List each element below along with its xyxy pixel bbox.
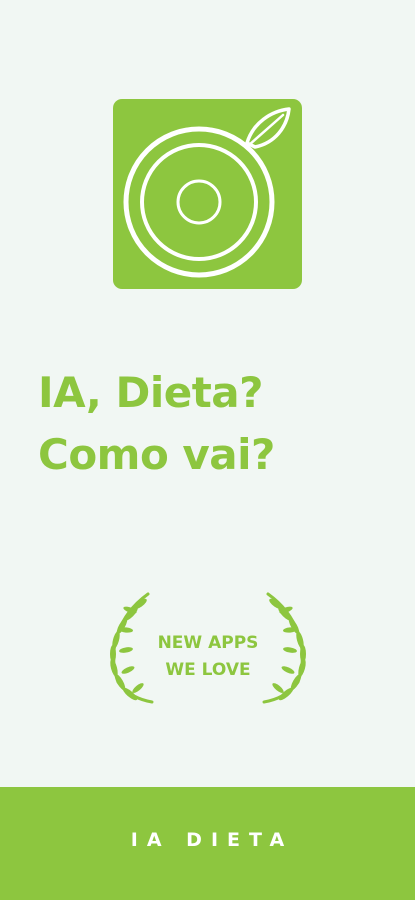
footer-bar: IA DIETA bbox=[0, 787, 415, 900]
footer-app-name: IA DIETA bbox=[130, 829, 294, 851]
headline: IA, Dieta? Como vai? bbox=[38, 362, 398, 486]
headline-line-2: Como vai? bbox=[38, 430, 275, 479]
headline-line-1: IA, Dieta? bbox=[38, 368, 264, 417]
app-logo bbox=[113, 99, 302, 289]
plate-with-leaf-icon bbox=[123, 107, 291, 278]
award-badge: NEW APPS WE LOVE bbox=[100, 590, 316, 706]
laurel-right-icon bbox=[262, 592, 306, 704]
